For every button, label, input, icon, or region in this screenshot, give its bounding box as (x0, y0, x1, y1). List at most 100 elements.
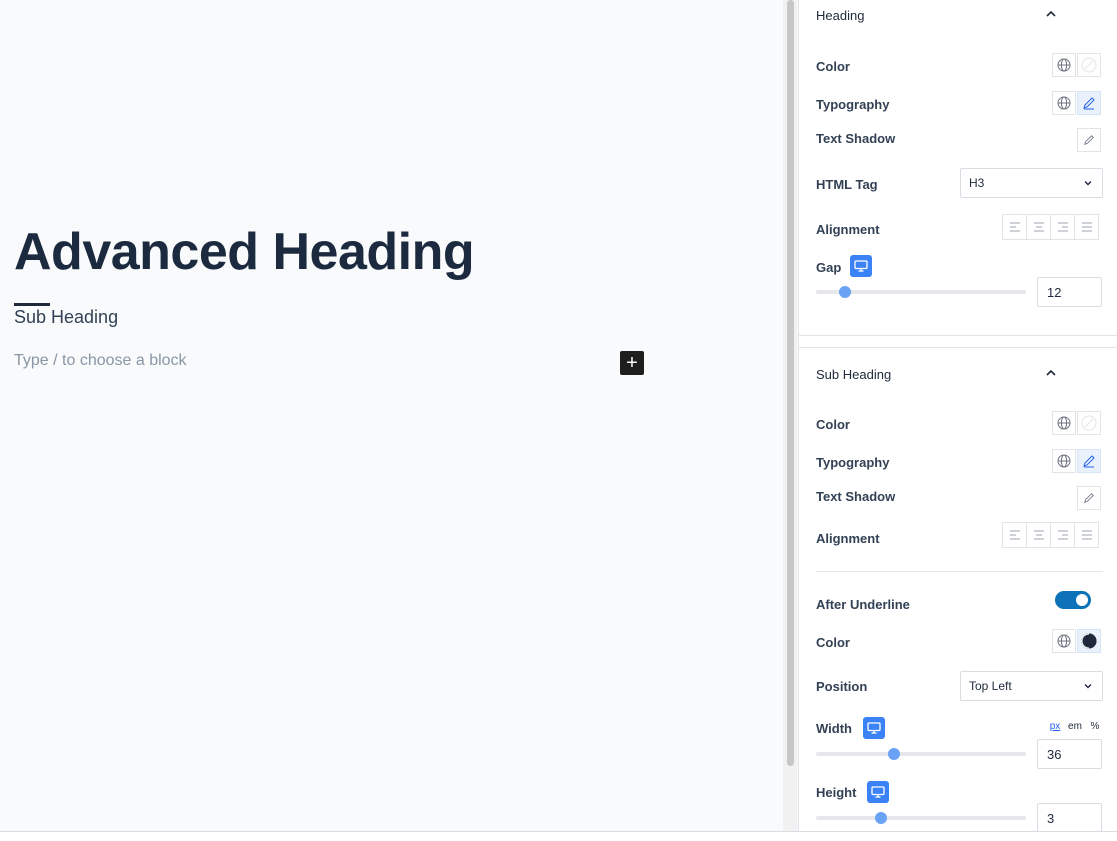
height-label: Height (816, 785, 857, 800)
monitor-icon (867, 722, 881, 734)
heading-text-shadow-label: Text Shadow (816, 131, 896, 146)
align-left-button[interactable] (1002, 522, 1027, 548)
add-block-button[interactable]: + (620, 351, 644, 375)
after-underline-toggle[interactable] (1055, 591, 1091, 609)
heading-typography-global-button[interactable] (1052, 91, 1076, 115)
unit-percent-button[interactable]: % (1085, 721, 1105, 732)
gap-input[interactable]: 12 (1037, 277, 1102, 307)
advanced-heading-title[interactable]: Advanced Heading (14, 222, 475, 282)
unit-px-button[interactable]: px (1045, 721, 1065, 732)
unit-em-button[interactable]: em (1065, 721, 1085, 732)
globe-icon (1057, 416, 1071, 430)
width-label: Width (816, 721, 852, 736)
position-select[interactable]: Top Left (960, 671, 1103, 701)
align-left-icon (1009, 530, 1020, 540)
sub-heading-color-label: Color (816, 417, 850, 432)
position-value: Top Left (969, 679, 1012, 693)
align-center-button[interactable] (1026, 214, 1051, 240)
empty-color-icon (1081, 57, 1097, 73)
sub-heading-color-global-button[interactable] (1052, 411, 1076, 435)
width-slider-track[interactable] (816, 752, 1026, 756)
pencil-icon (1084, 493, 1094, 503)
sub-heading-section: Sub Heading Color Typography Text Shadow… (799, 348, 1117, 831)
gap-label: Gap (816, 260, 842, 275)
heading-color-swatch[interactable] (1077, 53, 1101, 77)
heading-color-label: Color (816, 59, 850, 74)
underline-color-label: Color (816, 635, 850, 650)
sub-heading-section-title[interactable]: Sub Heading (816, 367, 891, 382)
block-placeholder[interactable]: Type / to choose a block (14, 352, 187, 370)
globe-icon (1057, 58, 1071, 72)
gap-device-button[interactable] (850, 255, 872, 277)
align-right-icon (1057, 530, 1068, 540)
align-right-icon (1057, 222, 1068, 232)
align-center-icon (1033, 222, 1044, 232)
chevron-down-icon (1084, 684, 1092, 689)
globe-icon (1057, 634, 1071, 648)
width-slider-thumb[interactable] (887, 748, 900, 760)
chevron-up-icon[interactable] (1043, 365, 1059, 381)
toggle-knob (1076, 594, 1088, 606)
sub-heading-typography-global-button[interactable] (1052, 449, 1076, 473)
underline-color-global-button[interactable] (1052, 629, 1076, 653)
monitor-icon (871, 786, 885, 798)
gap-slider-thumb[interactable] (839, 286, 852, 298)
heading-typography-edit-button[interactable] (1077, 91, 1101, 115)
sub-heading-text[interactable]: Sub Heading (14, 307, 118, 328)
pencil-icon (1083, 455, 1095, 468)
sub-heading-text-shadow-edit-button[interactable] (1077, 486, 1101, 510)
half-filled-color-icon (1081, 633, 1097, 649)
chevron-up-icon[interactable] (1043, 6, 1059, 22)
pencil-icon (1084, 135, 1094, 145)
align-justify-icon (1081, 530, 1092, 540)
align-justify-button[interactable] (1074, 214, 1099, 240)
bottom-strip (0, 832, 1117, 841)
width-unit-selector: px em % (1045, 721, 1105, 732)
after-underline-label: After Underline (816, 597, 910, 612)
globe-icon (1057, 454, 1071, 468)
sub-heading-alignment-group (1002, 522, 1103, 548)
plus-icon: + (626, 352, 638, 374)
align-center-icon (1033, 530, 1044, 540)
sub-heading-typography-label: Typography (816, 455, 890, 470)
html-tag-value: H3 (969, 176, 985, 190)
heading-text-shadow-edit-button[interactable] (1077, 128, 1101, 152)
align-left-icon (1009, 222, 1020, 232)
height-device-button[interactable] (867, 781, 889, 803)
heading-section-title[interactable]: Heading (816, 8, 864, 23)
sub-heading-color-swatch[interactable] (1077, 411, 1101, 435)
align-left-button[interactable] (1002, 214, 1027, 240)
heading-color-global-button[interactable] (1052, 53, 1076, 77)
align-justify-button[interactable] (1074, 522, 1099, 548)
underline-color-swatch[interactable] (1077, 629, 1101, 653)
sub-heading-text-shadow-label: Text Shadow (816, 489, 896, 504)
empty-color-icon (1081, 415, 1097, 431)
position-label: Position (816, 679, 868, 694)
section-divider (799, 335, 1117, 336)
html-tag-select[interactable]: H3 (960, 168, 1103, 198)
sub-heading-underline (14, 303, 50, 306)
canvas-scrollbar-thumb[interactable] (787, 0, 794, 766)
height-slider-track[interactable] (816, 816, 1026, 820)
align-right-button[interactable] (1050, 522, 1075, 548)
width-input[interactable]: 36 (1037, 739, 1102, 769)
align-right-button[interactable] (1050, 214, 1075, 240)
heading-alignment-label: Alignment (816, 222, 880, 237)
editor-canvas: Advanced Heading Sub Heading Type / to c… (0, 0, 783, 831)
chevron-down-icon (1084, 181, 1092, 186)
heading-section: Heading Color Typography Text Shadow HTM… (799, 0, 1117, 335)
align-justify-icon (1081, 222, 1092, 232)
heading-alignment-group (1002, 214, 1103, 240)
pencil-icon (1083, 97, 1095, 110)
html-tag-label: HTML Tag (816, 177, 878, 192)
align-center-button[interactable] (1026, 522, 1051, 548)
inner-divider (816, 571, 1103, 572)
heading-typography-label: Typography (816, 97, 890, 112)
sub-heading-typography-edit-button[interactable] (1077, 449, 1101, 473)
width-device-button[interactable] (863, 717, 885, 739)
monitor-icon (854, 260, 868, 272)
globe-icon (1057, 96, 1071, 110)
settings-sidebar: Heading Color Typography Text Shadow HTM… (798, 0, 1117, 831)
height-slider-thumb[interactable] (875, 812, 888, 824)
height-input[interactable]: 3 (1037, 803, 1102, 831)
